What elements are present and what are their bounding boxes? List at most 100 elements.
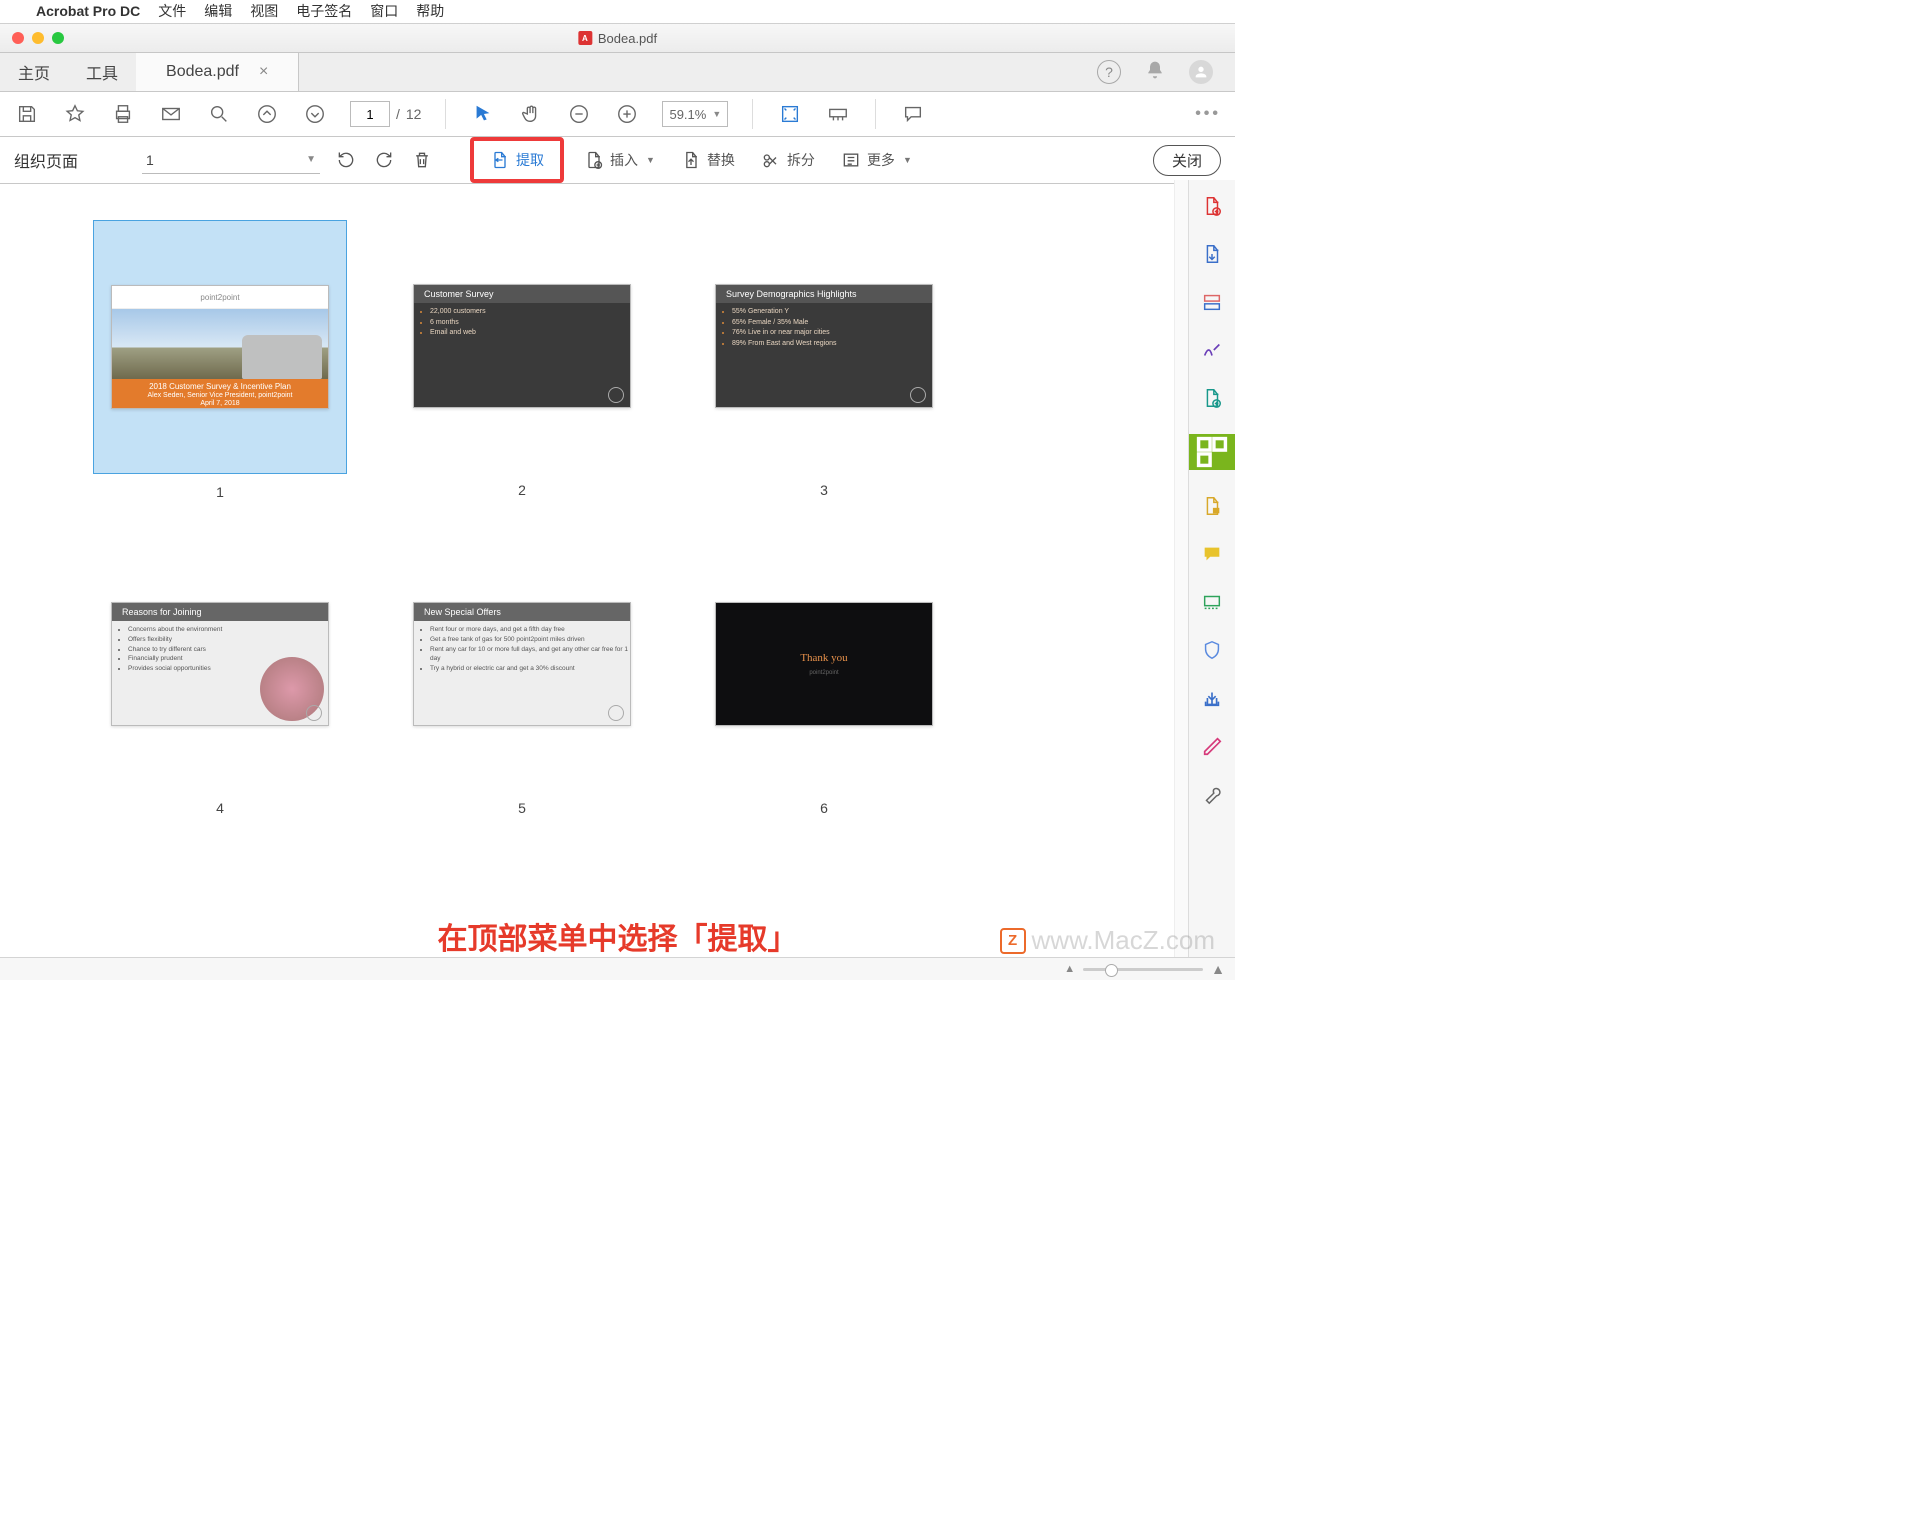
menu-edit[interactable]: 编辑 bbox=[204, 1, 232, 21]
star-icon[interactable] bbox=[62, 101, 88, 127]
window-title: A Bodea.pdf bbox=[578, 31, 657, 46]
watermark-text: www.MacZ.com bbox=[1032, 925, 1215, 956]
right-tool-panel bbox=[1188, 180, 1235, 958]
page-number: 1 bbox=[216, 484, 224, 500]
insert-label: 插入 bbox=[610, 150, 638, 170]
mail-icon[interactable] bbox=[158, 101, 184, 127]
help-icon[interactable]: ? bbox=[1097, 60, 1121, 84]
chevron-down-icon: ▼ bbox=[306, 154, 316, 165]
bell-icon[interactable] bbox=[1145, 60, 1165, 85]
page-current-input[interactable] bbox=[350, 101, 390, 127]
thumbnail-size-slider[interactable] bbox=[1083, 968, 1203, 971]
main-toolbar: / 12 59.1% ▼ ••• bbox=[0, 92, 1235, 137]
close-panel-button[interactable]: 关闭 bbox=[1153, 145, 1221, 176]
window-minimize-button[interactable] bbox=[32, 32, 44, 44]
page-select-dropdown[interactable]: 1 ▼ bbox=[142, 147, 320, 174]
keyboard-icon[interactable] bbox=[825, 101, 851, 127]
menu-help[interactable]: 帮助 bbox=[416, 1, 444, 21]
page-thumbnail-3[interactable]: Survey Demographics Highlights 55% Gener… bbox=[698, 220, 950, 500]
tab-document[interactable]: Bodea.pdf × bbox=[136, 53, 299, 91]
status-bar: ▲ ▲ bbox=[0, 957, 1235, 980]
protect-icon[interactable] bbox=[1200, 638, 1224, 662]
page-total: 12 bbox=[406, 106, 422, 122]
compress-icon[interactable] bbox=[1200, 494, 1224, 518]
organize-pages-icon[interactable] bbox=[1189, 434, 1235, 470]
page-sep: / bbox=[396, 106, 400, 122]
extract-label: 提取 bbox=[516, 150, 544, 170]
replace-button[interactable]: 替换 bbox=[675, 150, 741, 170]
fit-screen-icon[interactable] bbox=[777, 101, 803, 127]
extract-button[interactable]: 提取 bbox=[484, 150, 550, 170]
page-select-value: 1 bbox=[146, 152, 154, 168]
window-maximize-button[interactable] bbox=[52, 32, 64, 44]
more-label: 更多 bbox=[867, 150, 895, 170]
tab-bar: 主页 工具 Bodea.pdf × ? bbox=[0, 53, 1235, 92]
menu-view[interactable]: 视图 bbox=[250, 1, 278, 21]
account-avatar[interactable] bbox=[1189, 60, 1213, 84]
page-thumbnails-area: point2point 2018 Customer Survey & Incen… bbox=[0, 180, 1175, 958]
zoom-in-icon[interactable] bbox=[614, 101, 640, 127]
tab-tools[interactable]: 工具 bbox=[68, 53, 136, 91]
page-up-icon[interactable] bbox=[254, 101, 280, 127]
combine-icon[interactable] bbox=[1200, 386, 1224, 410]
tab-close-icon[interactable]: × bbox=[259, 63, 268, 81]
replace-label: 替换 bbox=[707, 150, 735, 170]
window-close-button[interactable] bbox=[12, 32, 24, 44]
rotate-cw-button[interactable] bbox=[372, 150, 396, 170]
zoom-dropdown[interactable]: 59.1% ▼ bbox=[662, 101, 728, 127]
edit-pdf-icon[interactable] bbox=[1200, 290, 1224, 314]
redact-icon[interactable] bbox=[1200, 734, 1224, 758]
sign-icon[interactable] bbox=[1200, 338, 1224, 362]
extract-button-highlight: 提取 bbox=[470, 137, 564, 183]
comment-tool-icon[interactable] bbox=[1200, 542, 1224, 566]
thumb-small-icon[interactable]: ▲ bbox=[1064, 963, 1075, 975]
insert-button[interactable]: 插入 ▼ bbox=[578, 150, 661, 170]
menu-file[interactable]: 文件 bbox=[158, 1, 186, 21]
print-icon[interactable] bbox=[110, 101, 136, 127]
app-name[interactable]: Acrobat Pro DC bbox=[36, 3, 140, 19]
zoom-out-icon[interactable] bbox=[566, 101, 592, 127]
chevron-down-icon: ▼ bbox=[712, 109, 721, 119]
organize-title: 组织页面 bbox=[14, 148, 78, 172]
more-tools-icon[interactable]: ••• bbox=[1195, 105, 1221, 123]
scan-icon[interactable] bbox=[1200, 590, 1224, 614]
page-number: 6 bbox=[820, 800, 828, 816]
page-thumbnail-4[interactable]: Reasons for Joining Concerns about the e… bbox=[94, 538, 346, 816]
chevron-down-icon: ▼ bbox=[903, 155, 912, 165]
organize-pages-toolbar: 组织页面 1 ▼ 提取 插入 ▼ 替换 拆分 更多 ▼ 关闭 bbox=[0, 137, 1235, 184]
page-number: 2 bbox=[518, 482, 526, 498]
page-indicator: / 12 bbox=[350, 101, 421, 127]
zoom-value: 59.1% bbox=[669, 107, 706, 122]
thumb-large-icon[interactable]: ▲ bbox=[1211, 961, 1225, 977]
selection-arrow-icon[interactable] bbox=[470, 101, 496, 127]
page-thumbnail-5[interactable]: New Special Offers Rent four or more day… bbox=[396, 538, 648, 816]
zoom-find-icon[interactable] bbox=[206, 101, 232, 127]
export-pdf-icon[interactable] bbox=[1200, 242, 1224, 266]
delete-button[interactable] bbox=[410, 150, 434, 170]
tab-home[interactable]: 主页 bbox=[0, 53, 68, 91]
mac-menubar: Acrobat Pro DC 文件 编辑 视图 电子签名 窗口 帮助 bbox=[0, 0, 1235, 23]
settings-wrench-icon[interactable] bbox=[1200, 782, 1224, 806]
page-thumbnail-6[interactable]: Thank you point2point 6 bbox=[698, 538, 950, 816]
pdf-icon: A bbox=[578, 31, 592, 45]
share-icon[interactable] bbox=[1200, 686, 1224, 710]
comment-icon[interactable] bbox=[900, 101, 926, 127]
split-button[interactable]: 拆分 bbox=[755, 150, 821, 170]
vertical-scrollbar[interactable] bbox=[1174, 180, 1189, 958]
window-titlebar: A Bodea.pdf bbox=[0, 23, 1235, 53]
page-down-icon[interactable] bbox=[302, 101, 328, 127]
more-button[interactable]: 更多 ▼ bbox=[835, 150, 918, 170]
hand-tool-icon[interactable] bbox=[518, 101, 544, 127]
rotate-ccw-button[interactable] bbox=[334, 150, 358, 170]
menu-window[interactable]: 窗口 bbox=[370, 1, 398, 21]
watermark: Z www.MacZ.com bbox=[1000, 925, 1215, 956]
slide1-logo: point2point bbox=[112, 286, 328, 309]
menu-esign[interactable]: 电子签名 bbox=[296, 1, 352, 21]
tab-document-label: Bodea.pdf bbox=[166, 63, 239, 81]
page-thumbnail-1[interactable]: point2point 2018 Customer Survey & Incen… bbox=[94, 220, 346, 500]
create-pdf-icon[interactable] bbox=[1200, 194, 1224, 218]
traffic-lights bbox=[0, 32, 64, 44]
save-icon[interactable] bbox=[14, 101, 40, 127]
page-thumbnail-2[interactable]: Customer Survey 22,000 customers6 months… bbox=[396, 220, 648, 500]
page-number: 3 bbox=[820, 482, 828, 498]
